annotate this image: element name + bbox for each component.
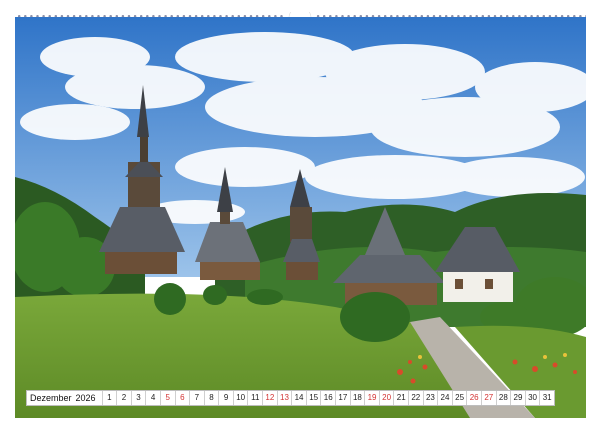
calendar-day: 23 (422, 391, 438, 405)
calendar-day: 26 (466, 391, 481, 405)
calendar-day: 10 (232, 391, 248, 405)
calendar-day: 11 (247, 391, 262, 405)
calendar-day: 3 (130, 391, 146, 405)
calendar-day: 14 (291, 391, 306, 405)
calendar-day: 29 (510, 391, 525, 405)
calendar-day: 6 (174, 391, 190, 405)
calendar-day: 9 (218, 391, 233, 405)
calendar-day: 30 (524, 391, 540, 405)
calendar-day: 16 (320, 391, 335, 405)
photo-wooden-churches (15, 17, 586, 418)
calendar-day: 22 (408, 391, 423, 405)
calendar-day: 28 (495, 391, 511, 405)
calendar-day: 19 (364, 391, 379, 405)
month-name: Dezember (30, 393, 72, 403)
calendar-day: 20 (378, 391, 394, 405)
calendar-days: 1 2 3 4 5 6 7 8 9 10 11 12 13 14 15 16 17 18 19 20 21 22 23 24 2… (101, 391, 554, 405)
calendar-day: 13 (276, 391, 292, 405)
calendar-day: 12 (262, 391, 277, 405)
calendar-day: 24 (437, 391, 452, 405)
calendar-day: 21 (393, 391, 408, 405)
calendar-day: 7 (189, 391, 204, 405)
calendar-day: 4 (145, 391, 160, 405)
year: 2026 (75, 393, 96, 403)
calendar-day: 15 (305, 391, 321, 405)
calendar-day: 31 (539, 391, 554, 405)
calendar-day: 25 (451, 391, 467, 405)
calendar-day: 2 (116, 391, 131, 405)
calendar-day: 27 (480, 391, 496, 405)
calendar-day: 17 (335, 391, 350, 405)
calendar-month-label: Dezember 2026 (27, 391, 102, 405)
calendar-day: 18 (349, 391, 365, 405)
calendar-day: 5 (159, 391, 175, 405)
calendar-day: 8 (203, 391, 219, 405)
calendar-strip: Dezember 2026 1 2 3 4 5 6 7 8 9 10 11 12 13 14 15 16 17 1… (26, 390, 555, 406)
calendar-day: 1 (101, 391, 117, 405)
